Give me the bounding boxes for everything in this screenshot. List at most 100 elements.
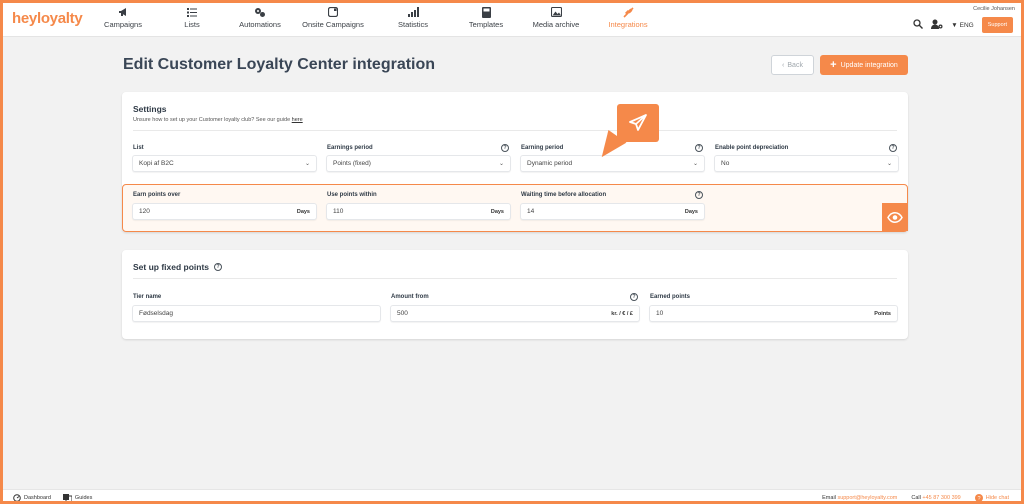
list-select-value: Kopi af B2C [139, 160, 174, 167]
nav-label: Lists [184, 20, 200, 29]
nav-label: Campaigns [104, 20, 142, 29]
use-points-within-value: 110 [333, 208, 344, 215]
update-integration-button[interactable]: + Update integration [820, 55, 908, 75]
megaphone-icon [118, 6, 129, 18]
earnings-period-label: Earnings period [327, 145, 373, 151]
email-label: Email [822, 495, 836, 501]
earnings-period-select[interactable]: Points (fixed) ⌄ [326, 155, 511, 172]
callout-pointer [617, 104, 659, 142]
back-button-label: Back [787, 61, 803, 69]
amount-from-label: Amount from [391, 294, 429, 300]
footer-left: Dashboard Guides [13, 494, 93, 501]
earned-points-value: 10 [656, 310, 664, 317]
waiting-time-value: 14 [527, 208, 535, 215]
use-points-within-input[interactable]: 110 Days [326, 203, 511, 220]
list-select[interactable]: Kopi af B2C ⌄ [132, 155, 317, 172]
language-label: ENG [959, 21, 974, 29]
chevron-left-icon: ‹ [782, 61, 785, 69]
support-email-link[interactable]: support@heyloyalty.com [837, 495, 897, 501]
help-circle-icon: ? [974, 494, 983, 501]
earning-period-label: Earning period [521, 145, 564, 151]
main-nav: Campaigns Lists Automations Onsite Campa… [89, 3, 663, 37]
call-label: Call [911, 495, 921, 501]
hide-chat-label: Hide chat [985, 495, 1009, 501]
support-phone-link[interactable]: +45 87 300 399 [922, 495, 960, 501]
eye-icon [887, 211, 903, 223]
user-settings-icon[interactable] [931, 16, 943, 34]
footer-bar: Dashboard Guides Email support@heyloyalt… [3, 489, 1021, 501]
guides-link[interactable]: Guides [62, 494, 93, 501]
list-label: List [133, 145, 144, 151]
nav-label: Media archive [532, 20, 580, 29]
help-icon[interactable]: ? [630, 293, 638, 301]
help-icon[interactable]: ? [695, 191, 703, 199]
earn-points-over-value: 120 [139, 208, 150, 215]
fixed-points-title: Set up fixed points [133, 262, 210, 272]
back-button[interactable]: ‹ Back [771, 55, 814, 75]
list-icon [187, 6, 197, 18]
nav-item-integrations[interactable]: Integrations [593, 3, 663, 37]
earn-points-over-input[interactable]: 120 Days [132, 203, 317, 220]
template-icon [481, 6, 491, 18]
heyloyalty-logo[interactable]: heyloyalty [12, 10, 83, 27]
nav-label: Statistics [397, 20, 428, 29]
points-unit: Points [874, 310, 891, 317]
header-tools: ▼ ENG Support [913, 16, 1013, 34]
support-button[interactable]: Support [981, 17, 1013, 33]
depreciation-select[interactable]: No ⌄ [714, 155, 899, 172]
amount-from-input[interactable]: 500 kr. / € / £ [390, 305, 640, 322]
language-selector[interactable]: ▼ ENG [951, 22, 974, 29]
app-frame: heyloyalty Campaigns Lists Automations O… [0, 0, 1024, 504]
depreciation-label: Enable point depreciation [715, 145, 789, 151]
nav-item-campaigns[interactable]: Campaigns [89, 3, 157, 37]
nav-item-onsite-campaigns[interactable]: Onsite Campaigns [293, 3, 373, 37]
nav-item-automations[interactable]: Automations [227, 3, 293, 37]
nav-item-statistics[interactable]: Statistics [373, 3, 453, 37]
currency-unit: kr. / € / £ [611, 310, 633, 317]
chevron-down-icon: ⌄ [886, 161, 892, 167]
update-button-label: Update integration [840, 61, 898, 69]
guide-text-content: Unsure how to set up your Customer loyal… [133, 117, 291, 123]
settings-title: Settings [133, 104, 167, 114]
integrations-icon [622, 6, 634, 18]
depreciation-value: No [721, 160, 730, 167]
earned-points-input[interactable]: 10 Points [649, 305, 898, 322]
user-name: Cecilie Johansen [973, 6, 1015, 12]
plus-icon: + [830, 58, 837, 71]
image-icon [550, 6, 562, 18]
help-icon[interactable]: ? [501, 144, 509, 152]
onsite-icon [328, 6, 338, 18]
tier-name-input[interactable]: Fødselsdag [132, 305, 381, 322]
earned-points-label: Earned points [650, 294, 691, 300]
preview-eye-button[interactable] [882, 203, 908, 231]
dashboard-link[interactable]: Dashboard [13, 494, 51, 501]
days-unit: Days [296, 208, 310, 215]
search-icon[interactable] [913, 16, 924, 34]
earnings-period-value: Points (fixed) [333, 160, 371, 167]
help-icon[interactable]: ? [695, 144, 703, 152]
dashboard-icon [13, 494, 21, 501]
guide-link[interactable]: here [292, 117, 303, 123]
days-unit: Days [684, 208, 698, 215]
hide-chat-button[interactable]: ? Hide chat [974, 494, 1009, 501]
help-icon[interactable]: ? [889, 144, 897, 152]
nav-item-templates[interactable]: Templates [453, 3, 519, 37]
chevron-down-icon: ⌄ [498, 161, 504, 167]
footer-right: Email support@heyloyalty.com Call +45 87… [822, 494, 1009, 501]
automation-icon [254, 6, 266, 18]
guides-icon [62, 494, 72, 501]
page-title: Edit Customer Loyalty Center integration [123, 56, 436, 73]
fixed-points-divider [133, 278, 897, 279]
guide-text: Unsure how to set up your Customer loyal… [133, 117, 303, 123]
chevron-down-icon: ⌄ [304, 161, 310, 167]
fixed-points-card: Set up fixed points ? [122, 250, 908, 339]
amount-from-value: 500 [397, 310, 408, 317]
guides-label: Guides [74, 495, 93, 501]
nav-item-media-archive[interactable]: Media archive [519, 3, 593, 37]
waiting-time-input[interactable]: 14 Days [520, 203, 705, 220]
nav-label: Integrations [608, 20, 648, 29]
help-icon[interactable]: ? [214, 263, 223, 271]
bar-chart-icon [407, 6, 419, 18]
nav-item-lists[interactable]: Lists [157, 3, 227, 37]
earn-points-over-label: Earn points over [133, 192, 181, 198]
